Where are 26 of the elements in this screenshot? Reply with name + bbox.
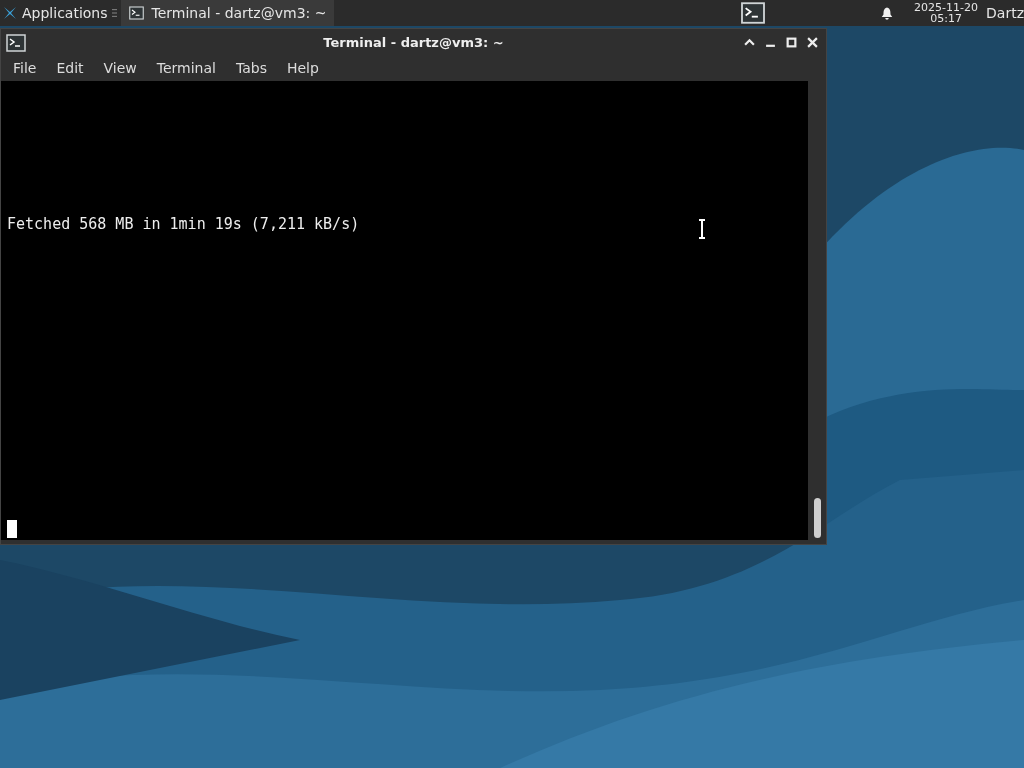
- menu-item[interactable]: View: [95, 58, 145, 79]
- menu-item[interactable]: Edit: [48, 58, 92, 79]
- terminal-line: Fetched 568 MB in 1min 19s (7,211 kB/s): [7, 214, 360, 235]
- taskbar-button[interactable]: Terminal - dartz@vm3: ~: [120, 0, 335, 26]
- chevron-up-icon[interactable]: [744, 37, 755, 48]
- separator-icon: [111, 8, 117, 18]
- menu-item[interactable]: Terminal: [148, 58, 224, 79]
- terminal-icon: [128, 6, 144, 20]
- logo-icon: [2, 5, 18, 21]
- text-cursor: [7, 520, 17, 538]
- date-text: 2025-11-20: [914, 2, 979, 13]
- window-title: Terminal - dartz@vm3: ~: [323, 33, 504, 52]
- clock[interactable]: 2025-11-20 05:17: [914, 2, 979, 24]
- i-beam-icon: [698, 219, 706, 239]
- time-text: 05:17: [930, 13, 962, 24]
- menu-item[interactable]: File: [5, 58, 45, 79]
- close-icon[interactable]: [807, 37, 818, 48]
- scroll-thumb[interactable]: [813, 498, 821, 538]
- menu-item[interactable]: Tabs: [227, 58, 275, 79]
- terminal-area[interactable]: Fetched 568 MB in 1min 19s (7,211 kB/s): [1, 81, 808, 540]
- bell-icon[interactable]: [880, 5, 895, 21]
- menu-item[interactable]: Help: [278, 58, 327, 79]
- user-name[interactable]: Dartz: [986, 2, 1024, 24]
- applications-menu[interactable]: Applications: [0, 0, 112, 26]
- terminal-icon: [6, 33, 26, 52]
- maximize-icon[interactable]: [786, 37, 797, 48]
